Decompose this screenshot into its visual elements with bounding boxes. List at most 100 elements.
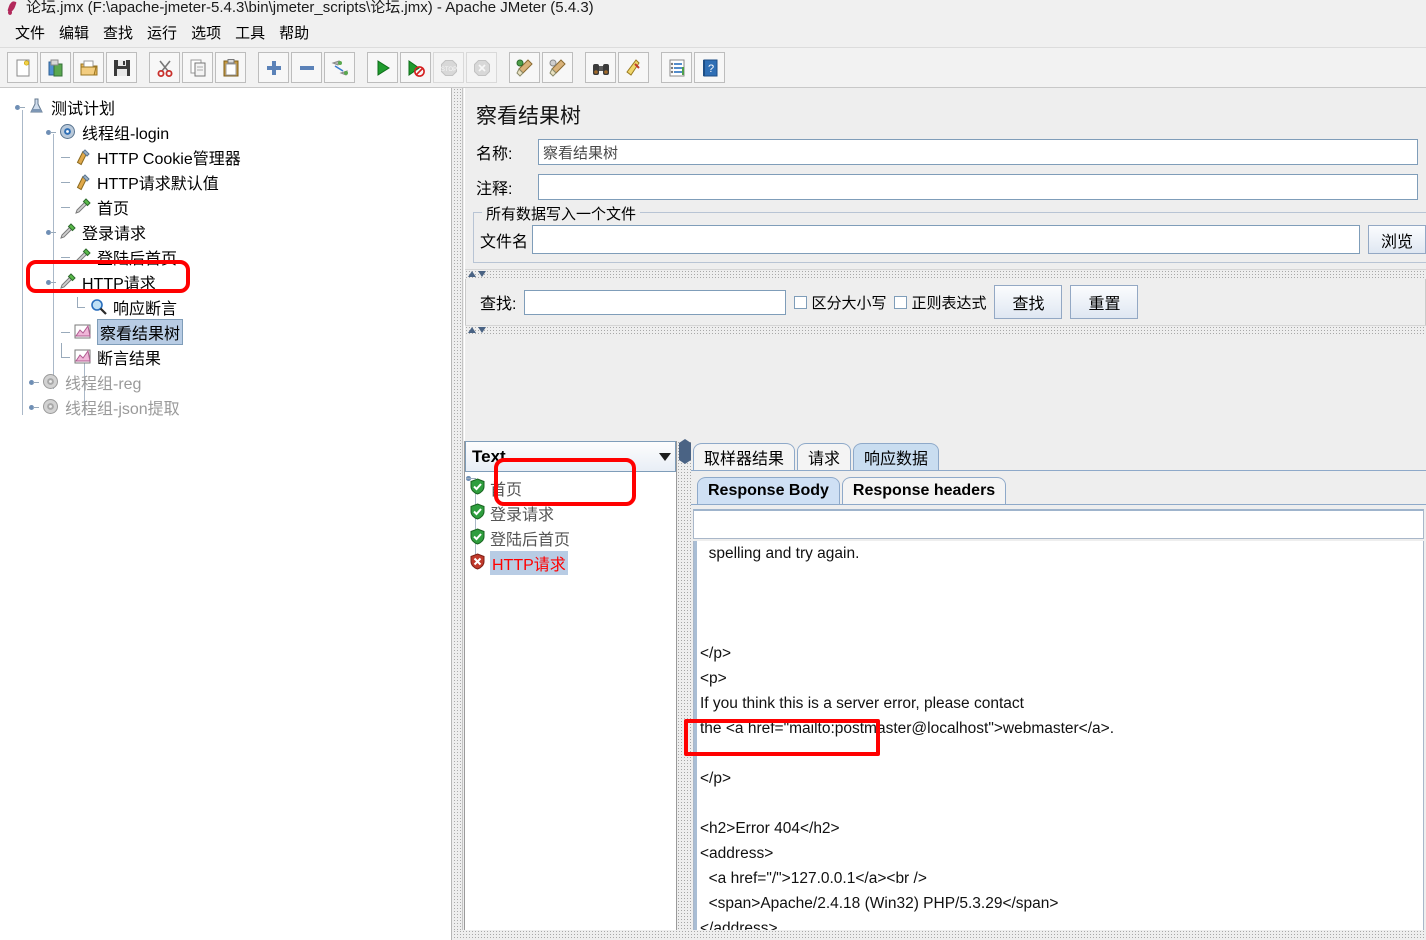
tree-node-assertion-results[interactable]: 断言结果	[0, 342, 451, 369]
toolbar-copy[interactable]	[182, 52, 213, 83]
response-search-input[interactable]	[693, 509, 1424, 539]
toolbar-cut[interactable]	[149, 52, 180, 83]
results-splitter[interactable]	[465, 325, 1426, 335]
toolbar-search[interactable]	[585, 52, 616, 83]
search-input[interactable]	[524, 289, 787, 315]
collapse-down-icon[interactable]	[478, 271, 486, 277]
splitter-arrows[interactable]	[679, 439, 691, 464]
tree-node-label: 线程组-reg	[65, 375, 142, 393]
menu-tools[interactable]: 工具	[228, 19, 272, 46]
case-sensitive-checkbox-wrap[interactable]: 区分大小写	[794, 292, 886, 313]
test-plan-icon	[27, 97, 46, 116]
tree-expander-icon[interactable]	[45, 226, 57, 238]
tree-node-http-request[interactable]: HTTP请求	[0, 269, 451, 294]
browse-button[interactable]: 浏览	[1368, 225, 1426, 254]
clear-all-broom-icon	[548, 58, 566, 77]
toolbar-start[interactable]	[367, 52, 398, 83]
tab-request[interactable]: 请求	[797, 443, 852, 470]
toolbar-collapse-all[interactable]	[291, 52, 322, 83]
toolbar-help[interactable]: ?	[694, 52, 725, 83]
collapse-up-icon[interactable]	[468, 271, 476, 277]
play-no-timers-icon	[408, 59, 425, 77]
regex-checkbox[interactable]	[894, 295, 908, 309]
main-vertical-splitter[interactable]	[453, 88, 463, 940]
response-subtabs: Response Body Response headers	[691, 475, 1426, 505]
response-body-text[interactable]: spelling and try again. </p> <p> If you …	[693, 541, 1424, 940]
name-field-row: 名称: 察看结果树	[465, 139, 1426, 165]
comment-input[interactable]	[538, 174, 1418, 200]
toolbar-new[interactable]	[7, 52, 38, 83]
result-row-http-request[interactable]: HTTP请求	[465, 478, 676, 575]
tree-node-thread-group-reg[interactable]: 线程组-reg	[0, 369, 451, 394]
tree-node-thread-group-json[interactable]: 线程组-json提取	[0, 394, 451, 419]
play-icon	[377, 59, 390, 76]
toolbar-function-helper[interactable]	[661, 52, 692, 83]
response-line	[700, 591, 1423, 616]
toolbar-stop[interactable]: STOP	[433, 52, 464, 83]
shutdown-icon	[473, 59, 490, 76]
tab-response-body[interactable]: Response Body	[697, 477, 840, 504]
results-vertical-splitter[interactable]	[677, 439, 691, 940]
config-splitter[interactable]	[465, 269, 1426, 279]
menu-search[interactable]: 查找	[96, 19, 140, 46]
tree-node-view-results-tree[interactable]: 察看结果树	[0, 318, 451, 345]
menu-file[interactable]: 文件	[8, 19, 52, 46]
tree-expander-icon[interactable]	[28, 376, 40, 388]
tree-node-response-assertion[interactable]: 响应断言	[0, 294, 451, 319]
test-plan-tree-panel[interactable]: 测试计划 线程组-login HTTP Cookie管理器 HTTP请求默认值 …	[0, 88, 452, 940]
toolbar-open[interactable]	[73, 52, 104, 83]
results-list[interactable]: 首页 登录请求 登陆后首页 HTTP请求	[465, 472, 676, 940]
regex-checkbox-wrap[interactable]: 正则表达式	[894, 292, 986, 313]
reset-button[interactable]: 重置	[1070, 285, 1139, 319]
tree-expander-icon[interactable]	[14, 101, 26, 113]
find-button[interactable]: 查找	[994, 285, 1063, 319]
test-plan-tree[interactable]: 测试计划 线程组-login HTTP Cookie管理器 HTTP请求默认值 …	[0, 88, 451, 419]
toolbar-templates[interactable]	[40, 52, 71, 83]
result-row-after-login[interactable]: 登陆后首页	[465, 476, 676, 550]
toolbar-start-no-pauses[interactable]	[400, 52, 431, 83]
paste-clipboard-icon	[223, 58, 238, 76]
toolbar-expand-all[interactable]	[258, 52, 289, 83]
collapse-up-icon[interactable]	[468, 327, 476, 333]
toolbar-save[interactable]	[106, 52, 137, 83]
tree-node-home-page[interactable]: 首页	[0, 194, 451, 219]
tab-response-headers[interactable]: Response headers	[841, 477, 1007, 504]
name-input[interactable]: 察看结果树	[538, 139, 1418, 165]
toolbar-toggle[interactable]	[324, 52, 355, 83]
tree-node-thread-group-login[interactable]: 线程组-login	[0, 119, 451, 144]
tree-expander-icon[interactable]	[45, 126, 57, 138]
tree-node-http-request-defaults[interactable]: HTTP请求默认值	[0, 169, 451, 194]
menu-options[interactable]: 选项	[184, 19, 228, 46]
menu-help[interactable]: 帮助	[272, 19, 316, 46]
tree-node-test-plan[interactable]: 测试计划	[0, 94, 451, 119]
tree-expander-icon[interactable]	[28, 401, 40, 413]
result-row-home[interactable]: 首页	[465, 475, 676, 500]
collapse-down-icon[interactable]	[478, 327, 486, 333]
bottom-scroll-strip[interactable]	[453, 930, 1426, 940]
toolbar-shutdown[interactable]	[466, 52, 497, 83]
render-format-select[interactable]: Text	[465, 441, 676, 472]
result-row-login[interactable]: 登录请求	[465, 478, 676, 525]
tree-leaf-connector	[60, 151, 72, 163]
splitter-arrows[interactable]	[468, 271, 486, 277]
tree-node-after-login-home[interactable]: 登陆后首页	[0, 244, 451, 269]
toolbar-clear-all[interactable]	[542, 52, 573, 83]
function-helper-icon	[669, 59, 684, 76]
filename-input[interactable]	[532, 225, 1361, 254]
case-sensitive-checkbox[interactable]	[794, 295, 808, 309]
menu-edit[interactable]: 编辑	[52, 19, 96, 46]
menu-run[interactable]: 运行	[140, 19, 184, 46]
response-line: </p>	[700, 645, 732, 662]
tree-expander-icon[interactable]	[45, 276, 57, 288]
chevron-down-icon[interactable]	[659, 452, 671, 461]
results-splitter-arrows[interactable]	[468, 327, 486, 333]
toolbar-reset-search[interactable]	[618, 52, 649, 83]
tab-sampler-result[interactable]: 取样器结果	[693, 443, 796, 470]
response-line: spelling and try again.	[700, 545, 860, 562]
tab-response-data[interactable]: 响应数据	[853, 443, 940, 470]
toolbar-clear[interactable]	[509, 52, 540, 83]
thread-group-disabled-icon	[41, 372, 60, 391]
toolbar-paste[interactable]	[215, 52, 246, 83]
tree-node-login-request[interactable]: 登录请求	[0, 219, 451, 244]
tree-node-http-cookie-manager[interactable]: HTTP Cookie管理器	[0, 144, 451, 169]
